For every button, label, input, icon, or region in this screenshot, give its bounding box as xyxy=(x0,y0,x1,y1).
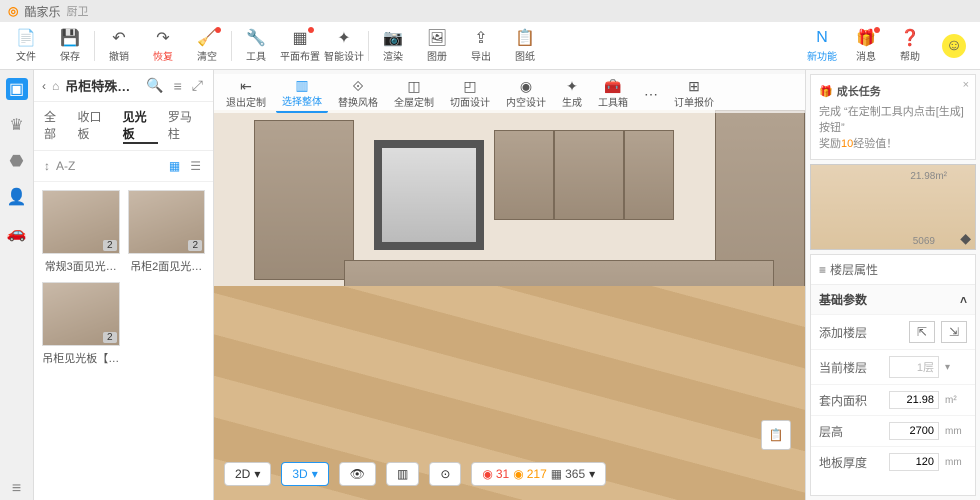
add-floor-up[interactable]: ⇱ xyxy=(909,321,935,343)
subtool-生成[interactable]: ✦生成 xyxy=(556,74,588,113)
list-icon: ≡ xyxy=(819,263,826,277)
toolbar-恢复-button[interactable]: ↷恢复 xyxy=(141,23,185,69)
prop-input[interactable] xyxy=(889,391,939,409)
add-floor-down[interactable]: ⇲ xyxy=(941,321,967,343)
tab-见光板[interactable]: 见光板 xyxy=(123,108,158,144)
subtool-全屋定制[interactable]: ◫全屋定制 xyxy=(388,74,440,113)
subtool-切面设计[interactable]: ◰切面设计 xyxy=(444,74,496,113)
sort-label[interactable]: A-Z xyxy=(56,159,75,173)
toolbar-新功能-button[interactable]: N新功能 xyxy=(800,23,844,69)
asset-grid: 2常规3面见光…2吊柜2面见光…2吊柜见光板【… xyxy=(34,182,213,374)
prop-row: 添加楼层⇱⇲ xyxy=(811,314,975,349)
tab-全部[interactable]: 全部 xyxy=(44,108,67,144)
toolbar-智能设计-button[interactable]: ✦智能设计 xyxy=(322,23,366,69)
home-icon[interactable]: ⌂ xyxy=(52,79,59,93)
titlebar: ◎ 酷家乐 厨卫 xyxy=(0,0,980,22)
sidebar: ‹ ⌂ 吊柜特殊… 🔍 ≡ ⤢ 全部收口板见光板罗马柱 ↕ A-Z ▦ ☰ 2常… xyxy=(34,70,214,500)
eraser-icon[interactable]: ◆ xyxy=(960,230,971,247)
toolbar-撤销-button[interactable]: ↶撤销 xyxy=(97,23,141,69)
subtool-工具箱[interactable]: 🧰工具箱 xyxy=(592,74,634,113)
expand-icon[interactable]: ⤢ xyxy=(190,77,205,94)
app-name: 酷家乐 xyxy=(24,3,60,20)
prop-row: 当前楼层1层▾ xyxy=(811,349,975,384)
prop-input[interactable] xyxy=(889,453,939,471)
toolbar-消息-button[interactable]: 🎁消息 xyxy=(844,23,888,69)
toolbar-图纸-button[interactable]: 📋图纸 xyxy=(503,23,547,69)
subtool-more[interactable]: ⋯ xyxy=(638,74,664,113)
layers-button[interactable]: ▥ xyxy=(386,462,419,486)
filter-icon[interactable]: ≡ xyxy=(172,78,184,94)
prop-row: 地板厚度mm xyxy=(811,446,975,477)
asset-card[interactable]: 2吊柜2面见光… xyxy=(128,190,206,274)
toolbar-保存-button[interactable]: 💾保存 xyxy=(48,23,92,69)
subtool-选择整体[interactable]: ▥选择整体 xyxy=(276,74,328,113)
kitchen-scene xyxy=(214,110,805,500)
subtool-内空设计[interactable]: ◉内空设计 xyxy=(500,74,552,113)
sidebar-tabs: 全部收口板见光板罗马柱 xyxy=(34,102,213,151)
toolbar-渲染-button[interactable]: 📷渲染 xyxy=(371,23,415,69)
viewport-3d[interactable]: ⇤退出定制▥选择整体⟐替换风格◫全屋定制◰切面设计◉内空设计✦生成🧰工具箱⋯⊞订… xyxy=(214,70,805,500)
rail-item[interactable]: 👤 xyxy=(6,186,28,208)
subtool-订单报价[interactable]: ⊞订单报价 xyxy=(668,74,720,113)
toolbar-图册-button[interactable]: 🖼图册 xyxy=(415,23,459,69)
back-icon[interactable]: ‹ xyxy=(42,79,46,93)
toolbar-平面布置-button[interactable]: ▦平面布置 xyxy=(278,23,322,69)
sort-icon[interactable]: ↕ xyxy=(44,159,50,173)
task-card: × 🎁成长任务 完成 “在定制工具内点击[生成]按钮” 奖励10经验值！ xyxy=(810,74,976,160)
clipboard-button[interactable]: 📋 xyxy=(761,420,791,450)
tab-收口板[interactable]: 收口板 xyxy=(77,108,112,144)
toolbar-工具-button[interactable]: 🔧工具 xyxy=(234,23,278,69)
rail-item[interactable]: 🚗 xyxy=(6,222,28,244)
floor-select[interactable]: 1层 xyxy=(889,356,939,378)
view-3d-button[interactable]: 3D ▾ xyxy=(281,462,328,486)
main-toolbar: 📄文件💾保存↶撤销↷恢复🧹清空🔧工具▦平面布置✦智能设计📷渲染🖼图册⇪导出📋图纸… xyxy=(0,22,980,70)
view-bar: 2D ▾ 3D ▾ 👁 ▥ ⊙ ◉ 31 ◉ 217 ▦ 365 ▾ xyxy=(224,462,606,486)
stats-pill[interactable]: ◉ 31 ◉ 217 ▦ 365 ▾ xyxy=(471,462,606,486)
properties-panel: ≡楼层属性 基础参数˄ 添加楼层⇱⇲当前楼层1层▾套内面积m²层高mm地板厚度m… xyxy=(810,254,976,496)
prop-row: 层高mm xyxy=(811,415,975,446)
left-rail: ▣ ♛ ⬣ 👤 🚗 ≡ xyxy=(0,70,34,500)
grid-view-icon[interactable]: ▦ xyxy=(167,157,182,175)
prop-input[interactable] xyxy=(889,422,939,440)
close-icon[interactable]: × xyxy=(963,79,969,91)
visibility-button[interactable]: 👁 xyxy=(339,462,376,486)
list-view-icon[interactable]: ☰ xyxy=(188,157,203,175)
search-icon[interactable]: 🔍 xyxy=(144,77,165,94)
app-logo-icon: ◎ xyxy=(8,4,18,18)
subtool-替换风格[interactable]: ⟐替换风格 xyxy=(332,74,384,113)
avatar[interactable]: ☺ xyxy=(932,23,976,69)
toolbar-导出-button[interactable]: ⇪导出 xyxy=(459,23,503,69)
subtool-退出定制[interactable]: ⇤退出定制 xyxy=(220,74,272,113)
project-name: 厨卫 xyxy=(67,3,89,19)
minimap[interactable]: 21.98m² 5069 ◆ xyxy=(810,164,976,250)
toolbar-清空-button[interactable]: 🧹清空 xyxy=(185,23,229,69)
collapse-icon[interactable]: ˄ xyxy=(960,293,967,307)
tab-罗马柱[interactable]: 罗马柱 xyxy=(168,108,203,144)
rail-item[interactable]: ⬣ xyxy=(6,150,28,172)
right-column: × 🎁成长任务 完成 “在定制工具内点击[生成]按钮” 奖励10经验值！ 21.… xyxy=(805,70,980,500)
rail-item[interactable]: ♛ xyxy=(6,114,28,136)
rail-collapse-icon[interactable]: ≡ xyxy=(6,478,28,500)
rail-item[interactable]: ▣ xyxy=(6,78,28,100)
asset-card[interactable]: 2吊柜见光板【… xyxy=(42,282,120,366)
gift-icon: 🎁 xyxy=(819,85,833,98)
sidebar-title: 吊柜特殊… xyxy=(65,76,138,95)
prop-row: 套内面积m² xyxy=(811,384,975,415)
view-2d-button[interactable]: 2D ▾ xyxy=(224,462,271,486)
sub-toolbar: ⇤退出定制▥选择整体⟐替换风格◫全屋定制◰切面设计◉内空设计✦生成🧰工具箱⋯⊞订… xyxy=(214,74,805,113)
toolbar-帮助-button[interactable]: ❓帮助 xyxy=(888,23,932,69)
asset-card[interactable]: 2常规3面见光… xyxy=(42,190,120,274)
measure-button[interactable]: ⊙ xyxy=(429,462,461,486)
toolbar-文件-button[interactable]: 📄文件 xyxy=(4,23,48,69)
